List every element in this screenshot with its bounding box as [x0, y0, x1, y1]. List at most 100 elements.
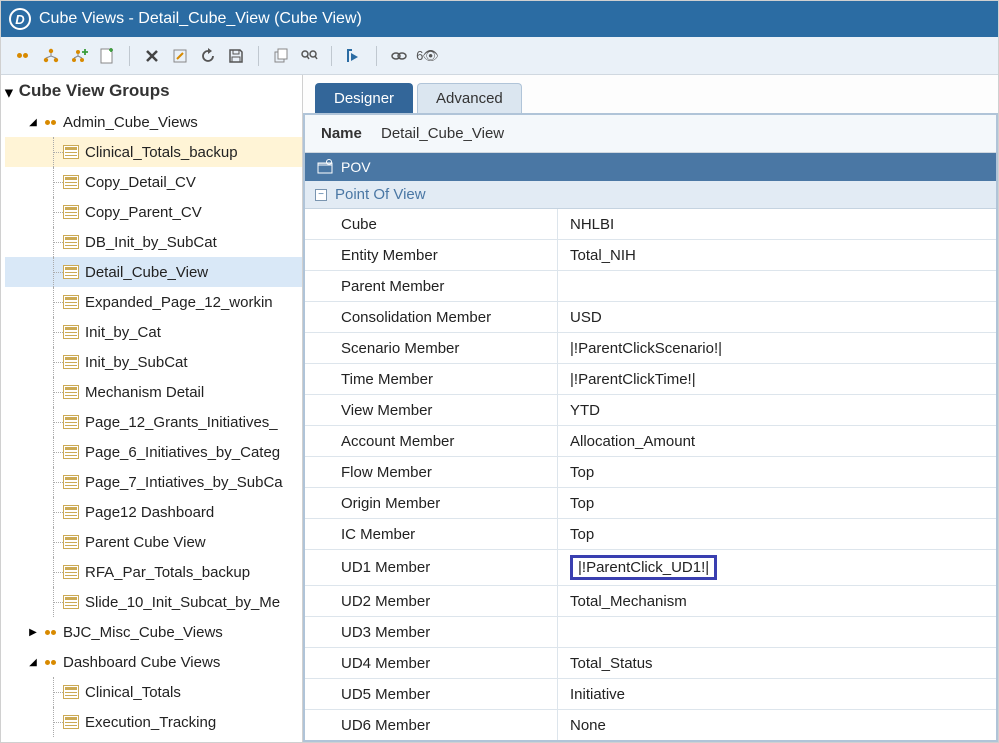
tree-item[interactable]: Detail_Cube_View — [5, 257, 302, 287]
property-row[interactable]: Consolidation MemberUSD — [305, 302, 996, 333]
tree-item[interactable]: Clinical_Totals_backup — [5, 137, 302, 167]
property-label: Account Member — [305, 426, 558, 456]
tree-item-label: Mechanism Detail — [85, 384, 204, 401]
tree-item[interactable]: Copy_Parent_CV — [5, 197, 302, 227]
property-label: UD3 Member — [305, 617, 558, 647]
collapse-icon[interactable]: ◢ — [27, 657, 39, 668]
pov-section-header[interactable]: − Point Of View — [305, 181, 996, 209]
name-value[interactable]: Detail_Cube_View — [381, 125, 504, 142]
toolbar-btn-run[interactable] — [342, 44, 366, 68]
tree-item-label: Page12 Dashboard — [85, 504, 214, 521]
property-label: UD6 Member — [305, 710, 558, 740]
property-row[interactable]: Flow MemberTop — [305, 457, 996, 488]
cube-view-icon — [63, 385, 79, 399]
tree-item[interactable]: DB_Init_by_SubCat — [5, 227, 302, 257]
property-value[interactable] — [558, 271, 996, 301]
property-label: UD1 Member — [305, 550, 558, 585]
property-value[interactable]: Top — [558, 457, 996, 487]
property-label: UD5 Member — [305, 679, 558, 709]
property-row[interactable]: Entity MemberTotal_NIH — [305, 240, 996, 271]
property-row[interactable]: Origin MemberTop — [305, 488, 996, 519]
app-logo-icon: D — [9, 8, 31, 30]
expand-icon[interactable]: ▶ — [27, 627, 39, 638]
tree-item-label: Page_7_Intiatives_by_SubCa — [85, 474, 283, 491]
cube-view-icon — [63, 295, 79, 309]
tree-group[interactable]: ◢Dashboard Cube Views — [5, 647, 302, 677]
property-value[interactable]: Top — [558, 519, 996, 549]
toolbar-btn-link[interactable] — [387, 44, 411, 68]
tree-item-label: Page_6_Initiatives_by_Categ — [85, 444, 280, 461]
toolbar-btn-1[interactable] — [11, 44, 35, 68]
property-value[interactable]: Total_Status — [558, 648, 996, 678]
property-row[interactable]: Scenario Member|!ParentClickScenario!| — [305, 333, 996, 364]
property-label: View Member — [305, 395, 558, 425]
property-row[interactable]: UD3 Member — [305, 617, 996, 648]
tree-item[interactable]: Page_7_Intiatives_by_SubCa — [5, 467, 302, 497]
toolbar-btn-find[interactable] — [297, 44, 321, 68]
tree-item[interactable]: RFA_Par_Totals_backup — [5, 557, 302, 587]
tree-group[interactable]: ▶BJC_Misc_Cube_Views — [5, 617, 302, 647]
tree-item[interactable]: Page_12_Grants_Initiatives_ — [5, 407, 302, 437]
tree-item-label: Init_by_Cat — [85, 324, 161, 341]
property-row[interactable]: UD6 MemberNone — [305, 710, 996, 741]
property-row[interactable]: UD5 MemberInitiative — [305, 679, 996, 710]
tree-group-label: Admin_Cube_Views — [63, 114, 198, 131]
tree-item[interactable]: Clinical_Totals — [5, 677, 302, 707]
property-value[interactable] — [558, 617, 996, 647]
property-row[interactable]: UD4 MemberTotal_Status — [305, 648, 996, 679]
tab-designer[interactable]: Designer — [315, 83, 413, 113]
tree-item[interactable]: Execution_Tracking — [5, 707, 302, 737]
property-value[interactable]: YTD — [558, 395, 996, 425]
collapse-icon[interactable]: − — [315, 189, 327, 201]
property-value[interactable]: Total_NIH — [558, 240, 996, 270]
cube-view-icon — [63, 235, 79, 249]
property-label: IC Member — [305, 519, 558, 549]
property-row[interactable]: Time Member|!ParentClickTime!| — [305, 364, 996, 395]
tree-item[interactable]: Expanded_Page_12_workin — [5, 287, 302, 317]
tree-item[interactable]: Page_6_Initiatives_by_Categ — [5, 437, 302, 467]
tab-advanced[interactable]: Advanced — [417, 83, 522, 113]
property-value[interactable]: |!ParentClickScenario!| — [558, 333, 996, 363]
property-value[interactable]: None — [558, 710, 996, 740]
property-row[interactable]: View MemberYTD — [305, 395, 996, 426]
cube-view-icon — [63, 595, 79, 609]
property-value[interactable]: USD — [558, 302, 996, 332]
property-value[interactable]: |!ParentClick_UD1!| — [558, 550, 996, 585]
property-value[interactable]: Top — [558, 488, 996, 518]
property-row[interactable]: UD1 Member|!ParentClick_UD1!| — [305, 550, 996, 586]
collapse-icon[interactable]: ◢ — [27, 117, 39, 128]
tree-item[interactable]: Init_by_SubCat — [5, 347, 302, 377]
tree-item[interactable]: Copy_Detail_CV — [5, 167, 302, 197]
toolbar-btn-add-hierarchy[interactable] — [67, 44, 91, 68]
tree-item[interactable]: Init_by_Cat — [5, 317, 302, 347]
tree-group[interactable]: ◢ Admin_Cube_Views — [5, 107, 302, 137]
tree-item[interactable]: Slide_10_Init_Subcat_by_Me — [5, 587, 302, 617]
property-row[interactable]: UD2 MemberTotal_Mechanism — [305, 586, 996, 617]
property-value[interactable]: Initiative — [558, 679, 996, 709]
property-value[interactable]: NHLBI — [558, 209, 996, 239]
property-value[interactable]: Allocation_Amount — [558, 426, 996, 456]
toolbar-btn-copy[interactable] — [269, 44, 293, 68]
title-bar: D Cube Views - Detail_Cube_View (Cube Vi… — [1, 1, 998, 37]
toolbar-btn-hierarchy[interactable] — [39, 44, 63, 68]
toolbar-btn-close[interactable] — [140, 44, 164, 68]
toolbar-btn-preview[interactable]: 6👁 — [415, 44, 439, 68]
toolbar-btn-save[interactable] — [224, 44, 248, 68]
toolbar-btn-edit[interactable] — [168, 44, 192, 68]
property-value[interactable]: Total_Mechanism — [558, 586, 996, 616]
property-row[interactable]: CubeNHLBI — [305, 209, 996, 240]
cube-view-icon — [63, 325, 79, 339]
tree-item[interactable]: Parent Cube View — [5, 527, 302, 557]
cube-view-icon — [63, 355, 79, 369]
property-value[interactable]: |!ParentClickTime!| — [558, 364, 996, 394]
tree-item-label: Detail_Cube_View — [85, 264, 208, 281]
toolbar-btn-new-doc[interactable] — [95, 44, 119, 68]
property-row[interactable]: IC MemberTop — [305, 519, 996, 550]
tree-item[interactable]: Page12 Dashboard — [5, 497, 302, 527]
toolbar-btn-refresh[interactable] — [196, 44, 220, 68]
tree-item-label: Clinical_Totals_backup — [85, 144, 238, 161]
property-row[interactable]: Parent Member — [305, 271, 996, 302]
tree-item[interactable]: Mechanism Detail — [5, 377, 302, 407]
pov-header-label: POV — [341, 159, 371, 175]
property-row[interactable]: Account MemberAllocation_Amount — [305, 426, 996, 457]
